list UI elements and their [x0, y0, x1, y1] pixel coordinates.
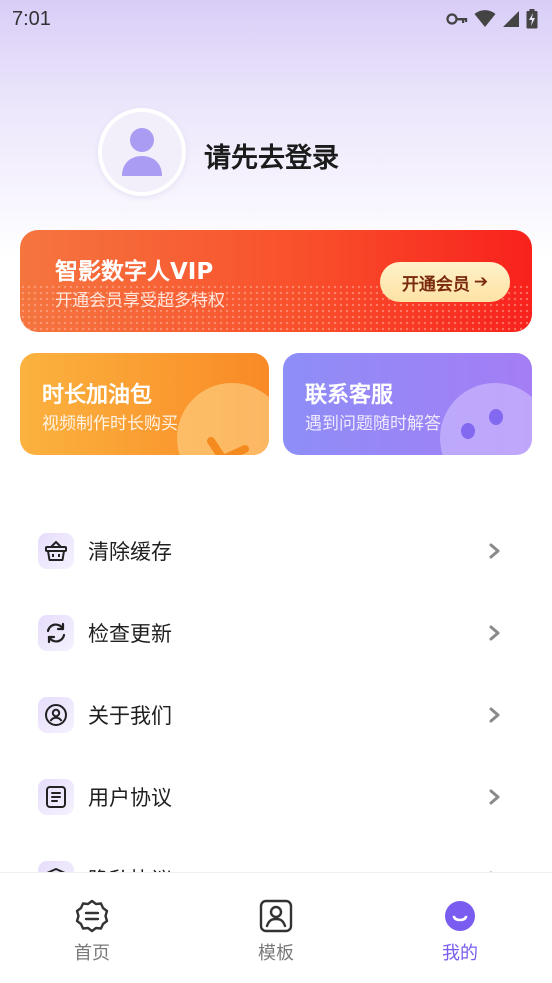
battery-charging-icon — [526, 9, 538, 29]
open-membership-label: 开通会员 — [401, 274, 470, 295]
menu-label: 关于我们 — [88, 704, 172, 728]
default-user-icon — [122, 128, 162, 176]
status-bar: 7:01 — [0, 0, 552, 38]
status-icons — [446, 9, 538, 29]
refresh-icon — [38, 615, 74, 651]
avatar[interactable] — [98, 108, 186, 196]
menu-label: 用户协议 — [88, 786, 172, 810]
profile-smile-icon — [445, 901, 475, 931]
nav-item-template[interactable]: 模板 — [226, 899, 326, 965]
user-circle-icon — [38, 697, 74, 733]
menu-item-check-update[interactable]: 检查更新 — [0, 592, 552, 674]
menu-label: 检查更新 — [88, 622, 172, 646]
customer-service-card[interactable]: 联系客服 遇到问题随时解答 — [283, 353, 532, 455]
vip-subtitle: 开通会员享受超多特权 — [55, 291, 225, 311]
vip-banner[interactable]: 智影数字人VIP 开通会员享受超多特权 开通会员 ➔ — [20, 230, 532, 332]
clock-decoration-icon — [177, 383, 269, 455]
login-prompt[interactable]: 请先去登录 — [204, 136, 339, 175]
chevron-right-icon — [489, 625, 500, 641]
chat-face-decoration-icon — [440, 383, 532, 455]
nav-label: 首页 — [74, 943, 110, 964]
cellular-signal-icon — [503, 11, 519, 27]
document-icon — [38, 779, 74, 815]
header-background — [0, 0, 552, 260]
nav-label: 模板 — [258, 943, 294, 964]
customer-service-subtitle: 遇到问题随时解答 — [305, 414, 441, 434]
status-time: 7:01 — [12, 7, 51, 30]
menu-item-clear-cache[interactable]: 清除缓存 — [0, 510, 552, 592]
nav-item-mine[interactable]: 我的 — [410, 899, 510, 965]
customer-service-title: 联系客服 — [305, 383, 394, 408]
time-pack-title: 时长加油包 — [42, 383, 153, 408]
vip-title: 智影数字人VIP — [55, 259, 214, 285]
time-pack-subtitle: 视频制作时长购买 — [42, 414, 178, 434]
home-badge-icon — [75, 899, 109, 933]
time-pack-card[interactable]: 时长加油包 视频制作时长购买 — [20, 353, 269, 455]
template-icon — [259, 899, 293, 933]
menu-label: 清除缓存 — [88, 540, 172, 564]
nav-label: 我的 — [442, 943, 478, 964]
menu-item-user-agreement[interactable]: 用户协议 — [0, 756, 552, 838]
bottom-nav: 首页 模板 我的 — [0, 872, 552, 983]
open-membership-button[interactable]: 开通会员 ➔ — [380, 262, 510, 302]
chevron-right-icon — [489, 707, 500, 723]
basket-icon — [38, 533, 74, 569]
chevron-right-icon — [489, 789, 500, 805]
wifi-icon — [474, 10, 496, 27]
vpn-key-icon — [446, 13, 468, 25]
arrow-right-icon: ➔ — [473, 272, 489, 292]
chevron-right-icon — [489, 543, 500, 559]
menu-item-about-us[interactable]: 关于我们 — [0, 674, 552, 756]
nav-item-home[interactable]: 首页 — [42, 899, 142, 965]
